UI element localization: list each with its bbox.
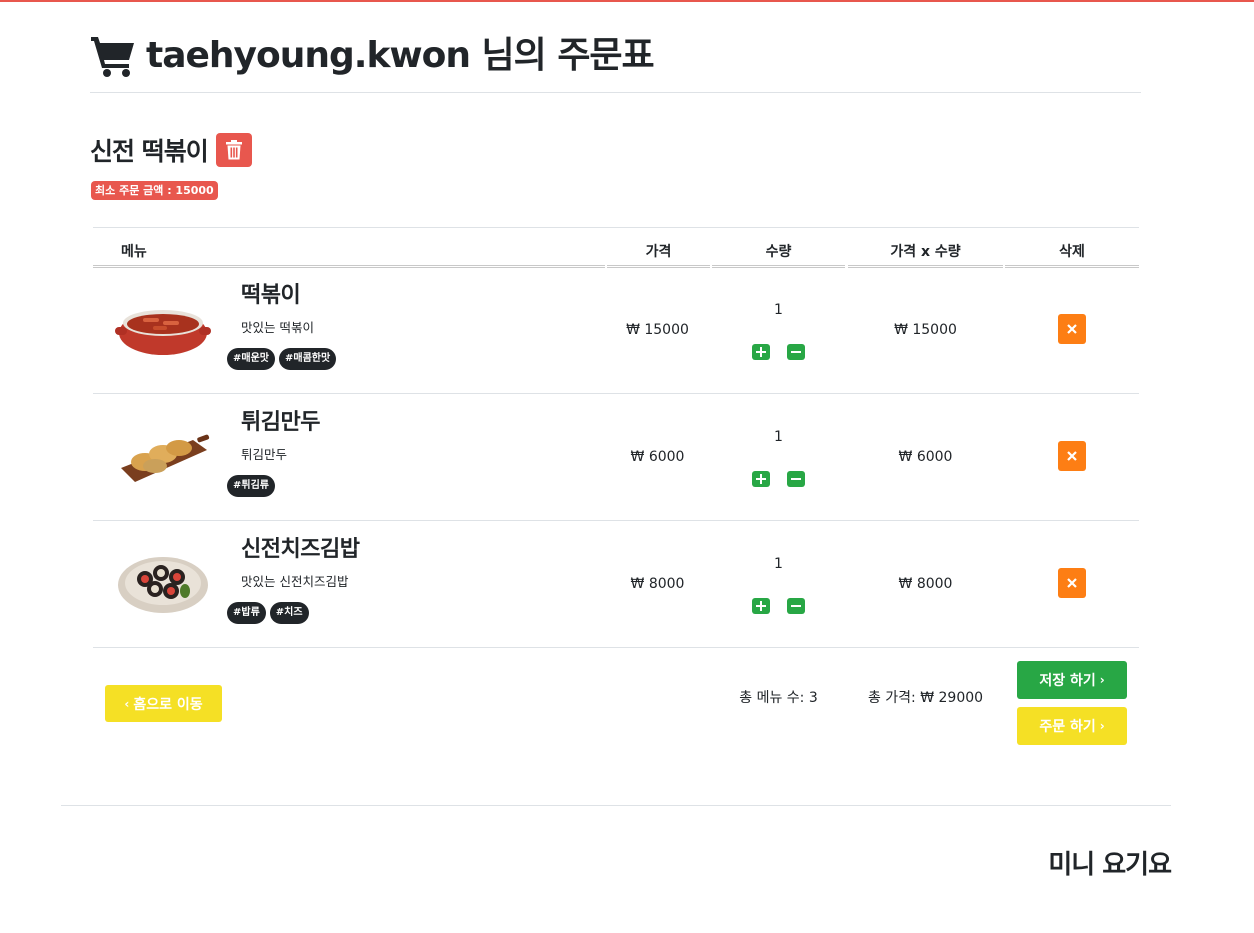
close-icon — [1067, 578, 1077, 588]
tag-list: #튀김류 — [227, 475, 279, 497]
go-home-button[interactable]: ‹ 홈으로 이동 — [105, 685, 222, 722]
delete-item-button[interactable] — [1058, 314, 1086, 344]
order-button[interactable]: 주문 하기 › — [1017, 707, 1127, 745]
site-footer: 미니 요기요 — [61, 805, 1172, 880]
item-quantity: 1 — [774, 302, 783, 318]
food-image-cheese-gimbap — [118, 557, 208, 613]
item-price: ₩ 8000 — [630, 576, 685, 592]
tag-list: #밥류 #치즈 — [227, 602, 313, 624]
tag: #치즈 — [269, 602, 309, 624]
minus-icon — [791, 605, 801, 607]
chevron-right-icon: › — [1099, 719, 1105, 733]
quantity-controls — [752, 598, 822, 614]
footer-brand: 미니 요기요 — [1048, 850, 1172, 880]
item-subtotal: ₩ 8000 — [898, 576, 953, 592]
column-header-qty: 수량 — [712, 228, 845, 268]
table-row: 신전치즈김밥 맛있는 신전치즈김밥 #밥류 #치즈 ₩ 8000 1 ₩ 800… — [93, 521, 1139, 648]
table-header: 메뉴 가격 수량 가격 x 수량 삭제 — [93, 227, 1139, 268]
save-button[interactable]: 저장 하기 › — [1017, 661, 1127, 699]
decrease-quantity-button[interactable] — [787, 471, 805, 487]
food-image-tteokbokki — [115, 310, 211, 355]
increase-quantity-button[interactable] — [752, 471, 770, 487]
delete-store-button[interactable] — [215, 133, 252, 167]
table-row: 튀김만두 튀김만두 #튀김류 ₩ 6000 1 ₩ 6000 — [93, 394, 1139, 521]
table-row: 떡볶이 맛있는 떡볶이 #매운맛 #매콤한맛 ₩ 15000 1 ₩ 15000 — [93, 267, 1139, 394]
menu-item-name: 튀김만두 — [241, 410, 320, 435]
total-price: 총 가격: ₩ 29000 — [867, 690, 984, 706]
store-heading: 신전 떡볶이 — [90, 132, 252, 168]
plus-icon — [756, 601, 766, 611]
item-quantity: 1 — [774, 429, 783, 445]
chevron-right-icon: › — [1099, 673, 1105, 687]
page-title-text: taehyoung.kwon 님의 주문표 — [146, 35, 655, 76]
order-summary-row: ‹ 홈으로 이동 총 메뉴 수: 3 총 가격: ₩ 29000 저장 하기 ›… — [93, 649, 1139, 759]
decrease-quantity-button[interactable] — [787, 598, 805, 614]
item-subtotal: ₩ 6000 — [898, 449, 953, 465]
minus-icon — [791, 351, 801, 353]
close-icon — [1067, 451, 1077, 461]
item-subtotal: ₩ 15000 — [894, 322, 957, 338]
shopping-cart-icon — [91, 37, 134, 77]
close-icon — [1067, 324, 1077, 334]
plus-icon — [756, 474, 766, 484]
column-header-price: 가격 — [607, 228, 710, 268]
item-price: ₩ 6000 — [630, 449, 685, 465]
tag: #매콤한맛 — [278, 348, 337, 370]
minus-icon — [791, 478, 801, 480]
quantity-controls — [752, 344, 822, 360]
page-header: taehyoung.kwon 님의 주문표 — [90, 28, 1141, 93]
delete-item-button[interactable] — [1058, 441, 1086, 471]
item-price: ₩ 15000 — [626, 322, 689, 338]
menu-item-name: 떡볶이 — [241, 283, 301, 308]
delete-item-button[interactable] — [1058, 568, 1086, 598]
menu-item-desc: 맛있는 신전치즈김밥 — [241, 574, 349, 589]
go-home-label: 홈으로 이동 — [133, 696, 203, 713]
quantity-controls — [752, 471, 822, 487]
increase-quantity-button[interactable] — [752, 598, 770, 614]
trash-icon — [225, 140, 242, 160]
increase-quantity-button[interactable] — [752, 344, 770, 360]
menu-item-name: 신전치즈김밥 — [241, 537, 360, 562]
page-title: taehyoung.kwon 님의 주문표 — [90, 28, 655, 84]
tag: #밥류 — [227, 602, 266, 624]
tag: #튀김류 — [227, 475, 275, 497]
order-label: 주문 하기 — [1039, 719, 1096, 735]
min-order-badge: 최소 주문 금액 : 15000 — [91, 181, 218, 200]
menu-item-desc: 맛있는 떡볶이 — [241, 320, 314, 335]
plus-icon — [756, 347, 766, 357]
tag: #매운맛 — [227, 348, 275, 370]
tag-list: #매운맛 #매콤한맛 — [227, 348, 340, 370]
column-header-subtotal: 가격 x 수량 — [848, 228, 1003, 268]
store-name: 신전 떡볶이 — [90, 137, 209, 166]
decrease-quantity-button[interactable] — [787, 344, 805, 360]
column-header-menu: 메뉴 — [93, 228, 605, 268]
save-label: 저장 하기 — [1039, 673, 1096, 689]
food-image-fried-dumplings — [121, 434, 210, 482]
column-header-delete: 삭제 — [1005, 228, 1139, 268]
order-table: 메뉴 가격 수량 가격 x 수량 삭제 떡볶이 맛있는 떡볶이 #매운맛 #매콤… — [93, 227, 1139, 648]
chevron-left-icon: ‹ — [124, 696, 130, 711]
total-menu-count: 총 메뉴 수: 3 — [739, 690, 818, 706]
menu-item-desc: 튀김만두 — [241, 447, 288, 462]
top-accent-bar — [0, 0, 1254, 2]
item-quantity: 1 — [774, 556, 783, 572]
